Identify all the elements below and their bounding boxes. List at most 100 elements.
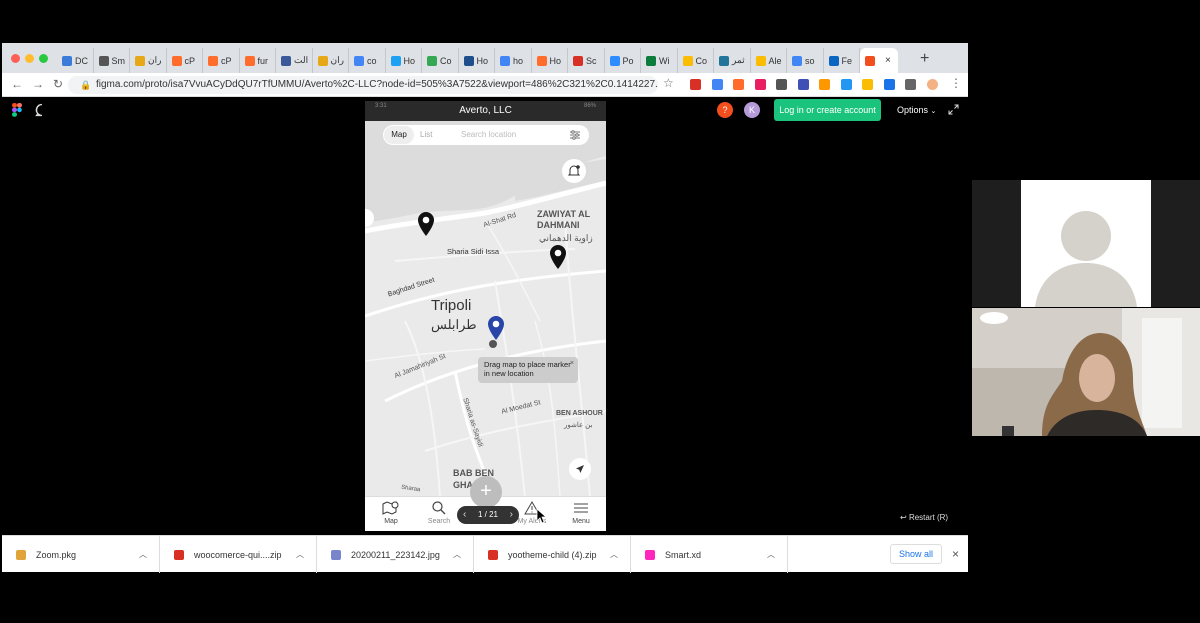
browser-tab[interactable]: ho: [495, 48, 532, 73]
download-item[interactable]: 20200211_223142.jpg ︿: [317, 536, 474, 573]
browser-tab[interactable]: ران: [313, 48, 349, 73]
close-icon[interactable]: ×: [952, 547, 959, 561]
minimize-window-button[interactable]: [25, 54, 34, 63]
bookmark-star-icon[interactable]: ☆: [663, 76, 674, 90]
maximize-window-button[interactable]: [39, 54, 48, 63]
chevron-up-icon[interactable]: ︿: [453, 549, 461, 560]
download-item[interactable]: yootheme-child (4).zip ︿: [474, 536, 631, 573]
map-pin-icon[interactable]: [417, 211, 435, 237]
download-filename: Smart.xd: [665, 549, 702, 560]
chevron-left-icon[interactable]: ‹: [463, 506, 466, 524]
browser-tab[interactable]: Ho: [459, 48, 495, 73]
tab-label: cP: [184, 55, 196, 66]
browser-tab[interactable]: Wi: [641, 48, 678, 73]
browser-tab[interactable]: cP: [167, 48, 203, 73]
search-icon: [432, 501, 446, 515]
active-map-pin-icon[interactable]: [487, 315, 505, 349]
browser-tab[interactable]: cP: [203, 48, 240, 73]
webcam-feed-image: [972, 308, 1200, 436]
browser-tab[interactable]: الت: [276, 48, 313, 73]
restart-label: Restart (R): [908, 513, 949, 522]
close-window-button[interactable]: [11, 54, 20, 63]
downloads-bar: Zoom.pkg ︿ woocomerce-qui....zip ︿ 20200211_…: [2, 535, 968, 573]
chevron-up-icon[interactable]: ︿: [610, 549, 618, 560]
download-item[interactable]: woocomerce-qui....zip ︿: [160, 536, 317, 573]
browser-extension-icon[interactable]: [883, 79, 895, 90]
comment-icon[interactable]: [35, 103, 49, 117]
browser-extension-icon[interactable]: [905, 79, 916, 90]
browser-tab[interactable]: Ho: [532, 48, 568, 73]
tab-map[interactable]: Map: [384, 126, 414, 144]
url-input[interactable]: 🔒 figma.com/proto/isa7VvuACyDdQU7rTfUMMU…: [68, 76, 658, 94]
search-location-input[interactable]: Search location: [461, 126, 516, 144]
close-icon[interactable]: ×: [570, 359, 574, 368]
login-button[interactable]: Log in or create account: [774, 99, 881, 121]
browser-tab[interactable]: so: [787, 48, 824, 73]
browser-tab[interactable]: ثمر: [714, 48, 751, 73]
lock-icon: 🔒: [80, 80, 92, 90]
browser-tab[interactable]: Ale: [751, 48, 787, 73]
chevron-up-icon[interactable]: ︿: [767, 549, 775, 560]
download-item[interactable]: Smart.xd ︿: [631, 536, 788, 573]
browser-extension-icon[interactable]: [797, 79, 809, 90]
browser-tab[interactable]: Sm: [94, 48, 130, 73]
browser-extension-icon[interactable]: [819, 79, 830, 90]
browser-extension-icon[interactable]: [862, 79, 873, 90]
tab-list[interactable]: List: [420, 126, 432, 144]
browser-extension-icon[interactable]: [690, 79, 701, 90]
browser-menu-icon[interactable]: ⋮: [950, 76, 962, 90]
browser-extension-icon[interactable]: [733, 79, 744, 90]
tab-bar: DC Sm ران cP cP fur الت ران co Ho Co Ho ho Ho Sc Po Wi Co…: [2, 43, 968, 73]
browser-tab[interactable]: ×: [860, 48, 898, 73]
locate-me-button[interactable]: [569, 458, 591, 480]
map-pin-icon[interactable]: [549, 244, 567, 270]
browser-tab[interactable]: co: [349, 48, 386, 73]
browser-tab[interactable]: Co: [678, 48, 714, 73]
nav-menu-label: Menu: [572, 518, 590, 525]
browser-tab[interactable]: Ho: [386, 48, 422, 73]
browser-tab[interactable]: ران: [130, 48, 167, 73]
avatar[interactable]: K: [744, 102, 760, 118]
browser-tab[interactable]: Fe: [824, 48, 860, 73]
tab-label: Ho: [476, 55, 489, 66]
nav-map[interactable]: Map: [367, 500, 415, 525]
notification-button[interactable]: [562, 159, 586, 183]
browser-extension-icon[interactable]: [754, 79, 766, 90]
nav-search[interactable]: Search: [415, 500, 463, 525]
tab-label: Po: [622, 55, 634, 66]
reload-icon[interactable]: ↻: [53, 77, 63, 91]
browser-tab[interactable]: Po: [605, 48, 641, 73]
browser-tab[interactable]: DC: [57, 48, 94, 73]
browser-extension-icon[interactable]: [840, 79, 852, 90]
browser-tab[interactable]: Sc: [568, 48, 605, 73]
add-report-button[interactable]: +: [470, 476, 502, 508]
tab-label: Wi: [659, 55, 670, 66]
chevron-up-icon[interactable]: ︿: [139, 549, 147, 560]
help-badge[interactable]: ?: [717, 102, 733, 118]
back-icon[interactable]: ←: [11, 77, 23, 91]
map-label-sidi-issa: Sharia Sidi Issa: [447, 247, 500, 256]
browser-extension-icon[interactable]: [926, 79, 938, 90]
download-filename: yootheme-child (4).zip: [508, 549, 597, 560]
browser-extension-icon[interactable]: [776, 79, 787, 90]
download-item[interactable]: Zoom.pkg ︿: [2, 536, 160, 573]
browser-tab[interactable]: Co: [422, 48, 459, 73]
nav-menu[interactable]: Menu: [557, 500, 605, 525]
close-tab-icon[interactable]: ×: [885, 55, 891, 66]
forward-icon[interactable]: →: [32, 77, 44, 91]
chevron-right-icon[interactable]: ›: [510, 506, 513, 524]
filter-icon[interactable]: [569, 129, 581, 141]
phone-prototype: 3:31 Averto, LLC 86% Map List Search loc…: [365, 101, 606, 531]
browser-extension-icon[interactable]: [711, 79, 723, 90]
drag-hint-tooltip: Drag map to place marker in new location…: [478, 357, 578, 383]
chevron-up-icon[interactable]: ︿: [296, 549, 304, 560]
user-silhouette-icon: [1021, 180, 1151, 307]
show-all-button[interactable]: Show all: [890, 544, 942, 564]
tab-favicon-icon: [792, 55, 802, 66]
options-menu[interactable]: Options ⌄: [897, 105, 936, 115]
browser-tab[interactable]: fur: [240, 48, 276, 73]
fullscreen-icon[interactable]: [948, 104, 959, 115]
figma-logo-icon[interactable]: [12, 103, 22, 117]
restart-button[interactable]: ↩ Restart (R): [900, 513, 948, 522]
new-tab-button[interactable]: +: [920, 50, 929, 68]
